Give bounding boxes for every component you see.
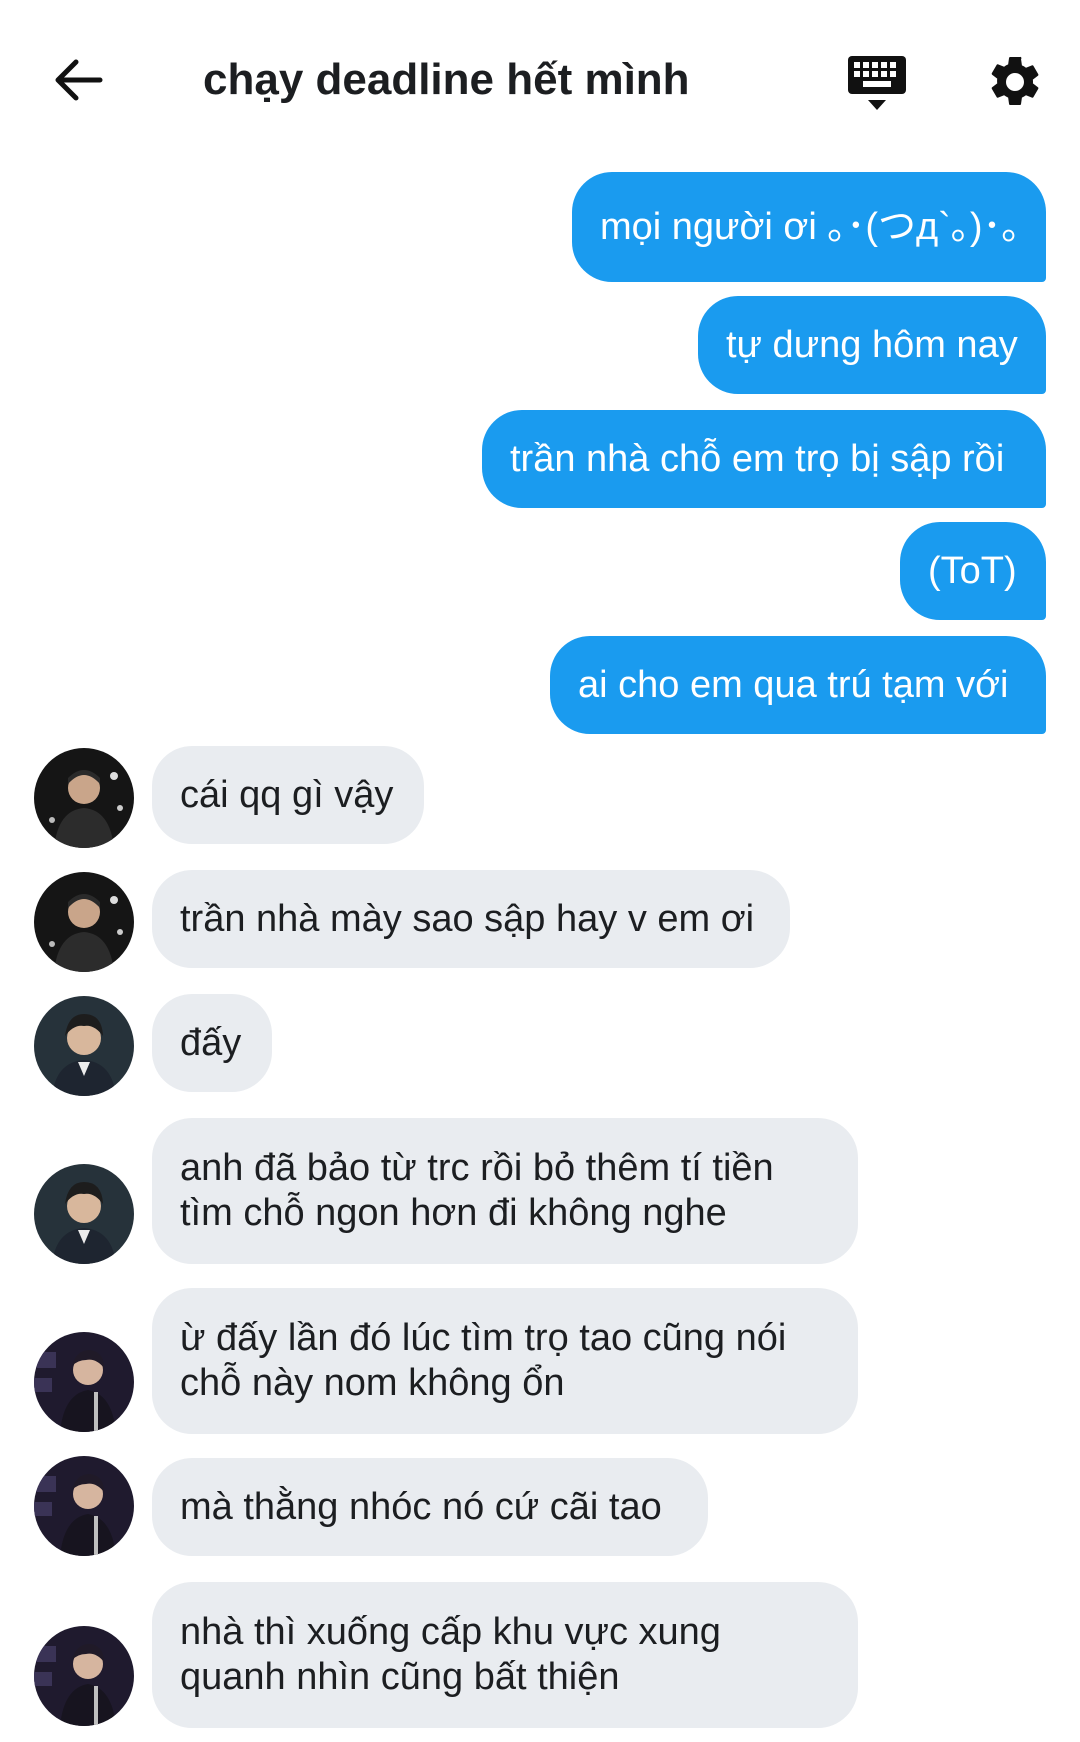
- outgoing-message[interactable]: tự dưng hôm nay: [698, 296, 1046, 394]
- settings-button[interactable]: [985, 52, 1045, 112]
- avatar-user-b-icon: [34, 996, 134, 1096]
- incoming-message[interactable]: trần nhà mày sao sập hay v em ơi: [152, 870, 790, 968]
- message-text: (ToT): [928, 549, 1017, 592]
- incoming-message[interactable]: anh đã bảo từ trc rồi bỏ thêm tí tiền tì…: [152, 1118, 858, 1264]
- outgoing-message[interactable]: ai cho em qua trú tạm với: [550, 636, 1046, 734]
- gear-icon: [991, 56, 1039, 105]
- back-button[interactable]: [48, 50, 108, 110]
- chat-header: chạy deadline hết mình: [0, 0, 1080, 160]
- keyboard-button[interactable]: [846, 50, 910, 114]
- incoming-message[interactable]: mà thằng nhóc nó cứ cãi tao: [152, 1458, 708, 1556]
- incoming-message[interactable]: ừ đấy lần đó lúc tìm trọ tao cũng nói ch…: [152, 1288, 858, 1434]
- message-text: trần nhà mày sao sập hay v em ơi: [180, 897, 755, 940]
- outgoing-message[interactable]: (ToT): [900, 522, 1046, 620]
- incoming-message[interactable]: nhà thì xuống cấp khu vực xung quanh nhì…: [152, 1582, 858, 1728]
- message-text: trần nhà chỗ em trọ bị sập rồi: [510, 437, 1005, 480]
- avatar-user-a-icon: [34, 748, 134, 848]
- page-title: chạy deadline hết mình: [203, 55, 690, 104]
- avatar[interactable]: [34, 1164, 134, 1264]
- avatar[interactable]: [34, 1332, 134, 1432]
- avatar[interactable]: [34, 748, 134, 848]
- outgoing-message[interactable]: trần nhà chỗ em trọ bị sập rồi: [482, 410, 1046, 508]
- avatar-user-a-icon: [34, 872, 134, 972]
- incoming-message[interactable]: cái qq gì vậy: [152, 746, 424, 844]
- avatar[interactable]: [34, 996, 134, 1096]
- avatar[interactable]: [34, 1626, 134, 1726]
- outgoing-message[interactable]: mọi người ơi ｡･(つд`｡)･｡: [572, 172, 1046, 282]
- message-text: tự dưng hôm nay: [726, 323, 1018, 366]
- incoming-message[interactable]: đấy: [152, 994, 272, 1092]
- message-text: anh đã bảo từ trc rồi bỏ thêm tí tiền tì…: [180, 1147, 774, 1234]
- keyboard-icon: [848, 56, 906, 110]
- message-text: cái qq gì vậy: [180, 773, 394, 816]
- message-text: ai cho em qua trú tạm với: [578, 663, 1009, 706]
- avatar-user-c-icon: [34, 1456, 134, 1556]
- avatar-user-c-icon: [34, 1332, 134, 1432]
- message-text: nhà thì xuống cấp khu vực xung quanh nhì…: [180, 1611, 721, 1698]
- message-text: đấy: [180, 1021, 242, 1064]
- avatar-user-b-icon: [34, 1164, 134, 1264]
- message-text: mọi người ơi ｡･(つд`｡)･｡: [600, 205, 1021, 248]
- message-text: ừ đấy lần đó lúc tìm trọ tao cũng nói ch…: [180, 1317, 787, 1404]
- avatar-user-c-icon: [34, 1626, 134, 1726]
- arrow-left-icon: [55, 59, 103, 101]
- message-text: mà thằng nhóc nó cứ cãi tao: [180, 1485, 662, 1528]
- avatar[interactable]: [34, 1456, 134, 1556]
- avatar[interactable]: [34, 872, 134, 972]
